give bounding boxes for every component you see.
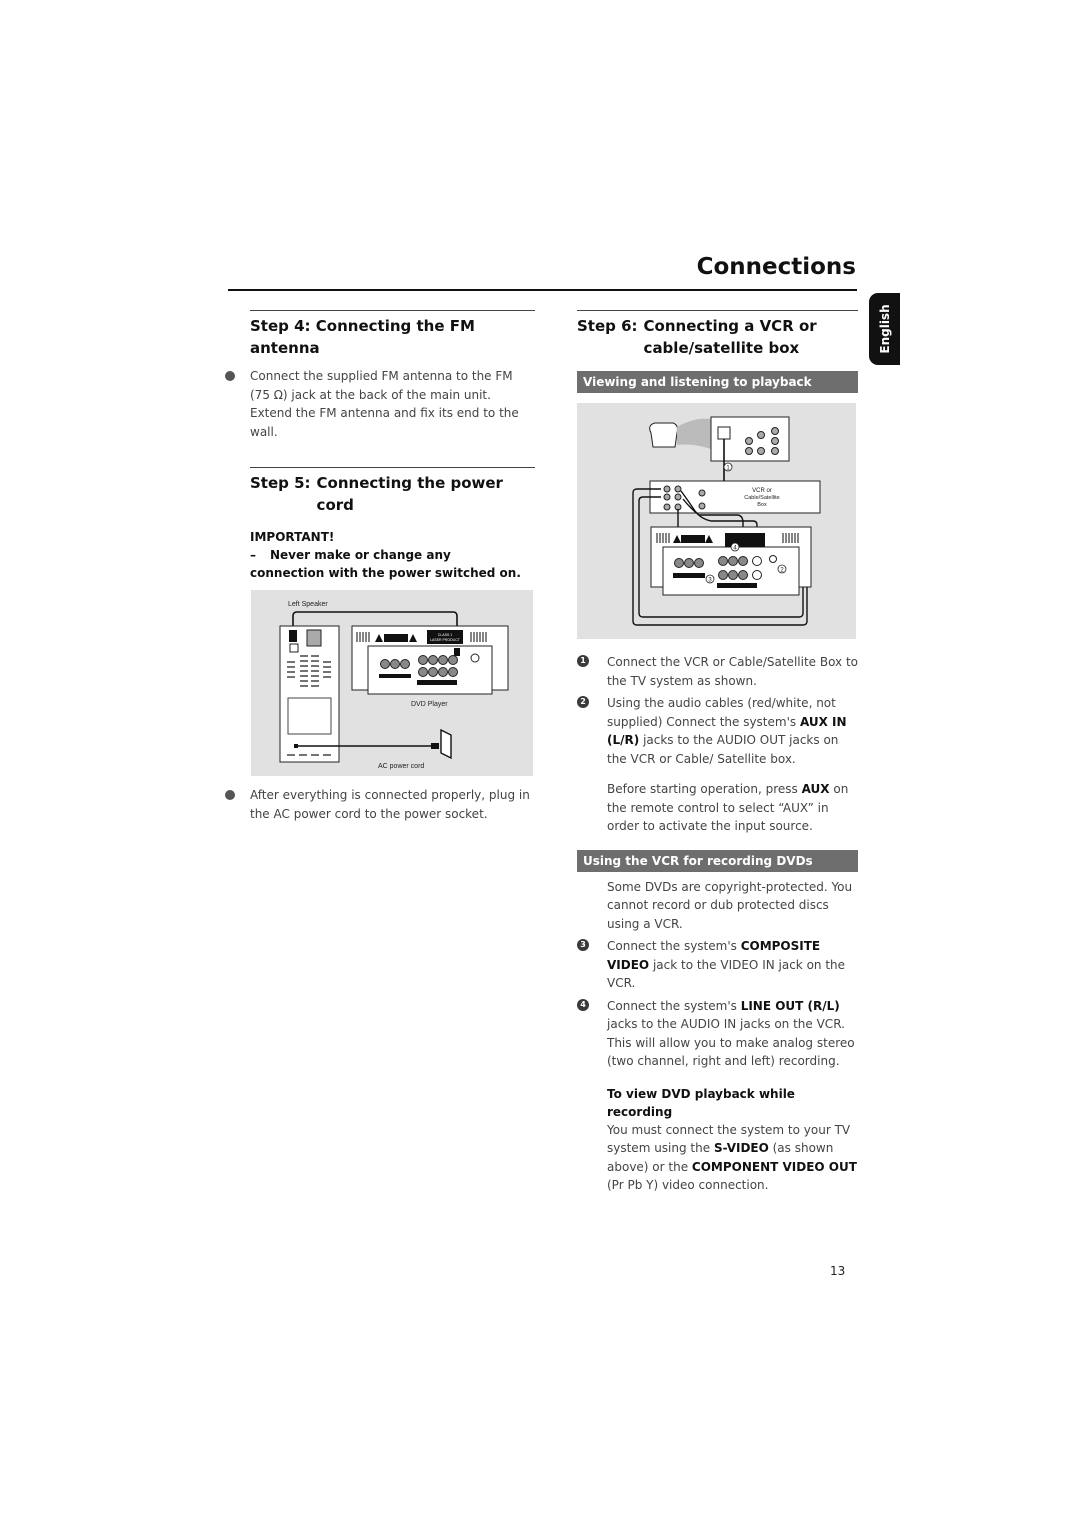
left-speaker-label: Left Speaker xyxy=(288,601,328,608)
wall-socket-icon xyxy=(440,728,452,760)
step-item-4: 4 Connect the system's LINE OUT (R/L) ja… xyxy=(577,997,858,1071)
step-item-4-text: Connect the system's xyxy=(607,998,741,1013)
vcr-diagram-svg: 1 VCR or Cable/Satellite Box 3 4 2 xyxy=(632,416,821,626)
number-1-icon: 1 xyxy=(577,655,589,667)
page-number: 13 xyxy=(830,1264,846,1278)
step5-bullet: After everything is connected properly, … xyxy=(225,786,535,823)
bullet-icon xyxy=(225,371,235,381)
number-3-icon: 3 xyxy=(577,939,589,951)
ac-inlet xyxy=(294,744,298,748)
step4-label: Step 4: xyxy=(250,317,311,335)
class1-label xyxy=(725,533,765,547)
important-text-2: connection with the power switched on. xyxy=(250,566,521,580)
step-item-2-text-post: jacks to the AUDIO OUT jacks on the VCR … xyxy=(607,733,839,766)
step6-label: Step 6: xyxy=(577,317,638,335)
laser-text: LASER PRODUCT xyxy=(430,638,461,642)
vcr-label-3: Box xyxy=(757,502,767,508)
view-playback-heading: To view DVD playback while recording xyxy=(607,1086,795,1119)
view-text-post: (Pr Pb Y) video connection. xyxy=(607,1178,769,1192)
subhead-recording: Using the VCR for recording DVDs xyxy=(577,849,858,872)
section-rule xyxy=(250,310,535,311)
step5-label: Step 5: xyxy=(250,474,311,492)
warning-label xyxy=(384,634,408,642)
left-column: Step 4: Connecting the FM antenna Connec… xyxy=(225,310,535,823)
composite-label xyxy=(673,573,705,578)
step-item-4-text-post: jacks to the AUDIO IN jacks on the VCR. … xyxy=(607,1017,855,1068)
power-cord-diagram-svg: Left Speaker AC power cord CLASS 1 LASER… xyxy=(279,601,509,770)
warning-label xyxy=(681,535,705,543)
recording-intro: Some DVDs are copyright-protected. You c… xyxy=(607,879,853,931)
speaker-terminal xyxy=(306,629,322,647)
component-label xyxy=(379,674,411,678)
step-item-1-text: Connect the VCR or Cable/Satellite Box t… xyxy=(607,655,859,688)
right-column: Step 6: Connecting a VCR or cable/satell… xyxy=(573,310,858,1195)
vcr-label-2: Cable/Satellite xyxy=(744,495,779,501)
step-item-3-text: Connect the system's xyxy=(607,939,741,953)
recording-steps: Some DVDs are copyright-protected. You c… xyxy=(577,878,858,1195)
dash: – xyxy=(250,548,256,562)
speaker-connector xyxy=(454,648,460,656)
tv-zoom-beam xyxy=(677,418,711,449)
step4-heading: Step 4: Connecting the FM antenna xyxy=(250,315,535,359)
component-video-keyword: COMPONENT VIDEO OUT xyxy=(691,1159,857,1174)
section-rule xyxy=(577,310,858,311)
step-item-2: 2 Using the audio cables (red/white, not… xyxy=(577,694,858,768)
step-item-1: 1 Connect the VCR or Cable/Satellite Box… xyxy=(577,653,858,690)
line-out-keyword: LINE OUT (R/L) xyxy=(740,998,840,1013)
power-cord-diagram: Left Speaker AC power cord CLASS 1 LASER… xyxy=(251,590,533,776)
aux-note-text: Before starting operation, press xyxy=(607,782,802,796)
number-2-icon: 2 xyxy=(577,696,589,708)
aux-note: Before starting operation, press AUX on … xyxy=(607,780,858,836)
step-item-3: 3 Connect the system's COMPOSITE VIDEO j… xyxy=(577,937,858,993)
step5-bullet-text: After everything is connected properly, … xyxy=(250,788,530,821)
ac-plug xyxy=(431,743,439,749)
speaker-plug xyxy=(289,630,297,642)
language-tab: English xyxy=(869,293,900,365)
page-title: Connections xyxy=(696,254,856,280)
step5-heading: Step 5: Connecting the power cord xyxy=(250,472,535,516)
language-tab-label: English xyxy=(877,304,892,354)
section-rule xyxy=(250,467,535,468)
step6-heading: Step 6: Connecting a VCR or cable/satell… xyxy=(577,315,858,359)
ac-cord-label: AC power cord xyxy=(378,763,424,770)
important-text-1: Never make or change any xyxy=(270,548,451,562)
dvd-player-label: DVD Player xyxy=(411,701,448,708)
class1-text: CLASS 1 xyxy=(438,633,452,637)
step5-title: Connecting the power cord xyxy=(316,474,503,514)
important-text: – Never make or change any connection wit… xyxy=(250,546,535,582)
tv-icon xyxy=(649,422,678,448)
vcr-connection-diagram: 1 VCR or Cable/Satellite Box 3 4 2 xyxy=(577,403,856,639)
title-rule xyxy=(228,289,857,291)
playback-steps: 1 Connect the VCR or Cable/Satellite Box… xyxy=(577,653,858,836)
output-label xyxy=(717,583,757,588)
aux-keyword: AUX xyxy=(801,782,830,796)
s-video-keyword: S-VIDEO xyxy=(713,1141,769,1155)
bullet-icon xyxy=(225,790,235,800)
step4-bullet: Connect the supplied FM antenna to the F… xyxy=(225,367,535,441)
important-label: IMPORTANT! xyxy=(250,530,335,544)
vcr-label-1: VCR or xyxy=(752,488,772,494)
step6-title: Connecting a VCR or cable/satellite box xyxy=(643,317,817,357)
number-4-icon: 4 xyxy=(577,998,589,1011)
step4-bullet-text: Connect the supplied FM antenna to the F… xyxy=(250,369,519,439)
subhead-playback: Viewing and listening to playback xyxy=(577,371,858,393)
view-playback-text: You must connect the system to your TV s… xyxy=(607,1121,858,1195)
output-label xyxy=(417,680,457,685)
